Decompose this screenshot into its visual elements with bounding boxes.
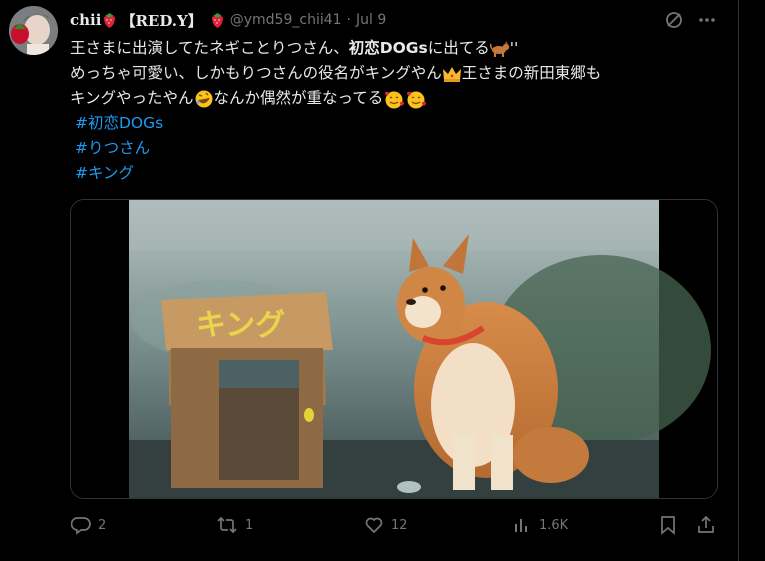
avatar[interactable] [9,6,58,55]
tweet-text: 王さまに出演してたネギことりつさん、初恋DOGsに出てる '' めっちゃ可愛い、… [70,36,720,186]
text-segment: めっちゃ可愛い、しかもりつさんの役名がキングやん [70,64,442,82]
dog-emoji [489,40,510,58]
separator-dot: · [346,12,351,28]
views-count: 1.6K [539,517,569,533]
text-segment: 王さまに出演してたネギことりつさん、 [70,39,349,57]
reply-count: 2 [98,517,107,533]
tweet-line-2: めっちゃ可愛い、しかもりつさんの役名がキングやん 王さまの新田東郷も [70,61,720,86]
strawberry-icon [209,12,226,29]
bookmark-icon [661,516,675,535]
hashtag-link[interactable]: #キング [75,161,720,186]
display-name-suffix[interactable]: 【RED.Y】 [120,10,202,31]
more-icon[interactable] [697,10,717,34]
bold-text: 初恋DOGs [348,39,428,57]
views-icon [515,519,527,532]
views-button[interactable]: 1.6K [512,515,568,535]
display-name[interactable]: chii [70,11,101,29]
text-segment: '' [509,39,519,57]
hashtag-link[interactable]: #りつさん [75,136,720,161]
text-segment: キングやったやん [70,89,194,107]
crown-emoji [442,65,462,83]
like-icon [365,517,383,534]
grok-icon[interactable] [664,10,684,34]
share-button[interactable] [696,515,716,535]
tweet-line-1: 王さまに出演してたネギことりつさん、初恋DOGsに出てる '' [70,36,720,61]
tweet-actions: 2 1 12 1.6K [0,515,738,539]
repost-icon [217,516,237,534]
tweet-header: chii 【RED.Y】 @ymd59_chii41 · Jul 9 [70,8,386,32]
strawberry-icon [101,12,118,29]
repost-count: 1 [245,517,254,533]
hashtag-link[interactable]: #初恋DOGs [75,111,720,136]
text-segment: なんか偶然が重なってる [213,89,384,107]
rofl-emoji [194,89,214,109]
like-count: 12 [391,517,408,533]
like-button[interactable]: 12 [364,515,408,535]
tweet-media[interactable]: キング [70,199,718,499]
media-image: キング [71,200,717,498]
text-segment: に出てる [427,39,490,57]
smiling-hearts-emoji [383,89,405,109]
repost-button[interactable]: 1 [216,515,253,535]
reply-icon [71,517,91,535]
smiling-hearts-emoji [405,89,427,109]
tweet-date[interactable]: Jul 9 [356,12,386,28]
reply-button[interactable]: 2 [71,515,106,535]
user-handle[interactable]: @ymd59_chii41 [230,12,342,28]
bookmark-button[interactable] [659,515,677,535]
share-icon [698,515,714,533]
box-sign-text: キング [196,308,285,343]
tweet-line-3: キングやったやん なんか偶然が重なってる [70,86,720,111]
text-segment: 王さまの新田東郷も [461,64,602,82]
column-divider [738,0,739,561]
